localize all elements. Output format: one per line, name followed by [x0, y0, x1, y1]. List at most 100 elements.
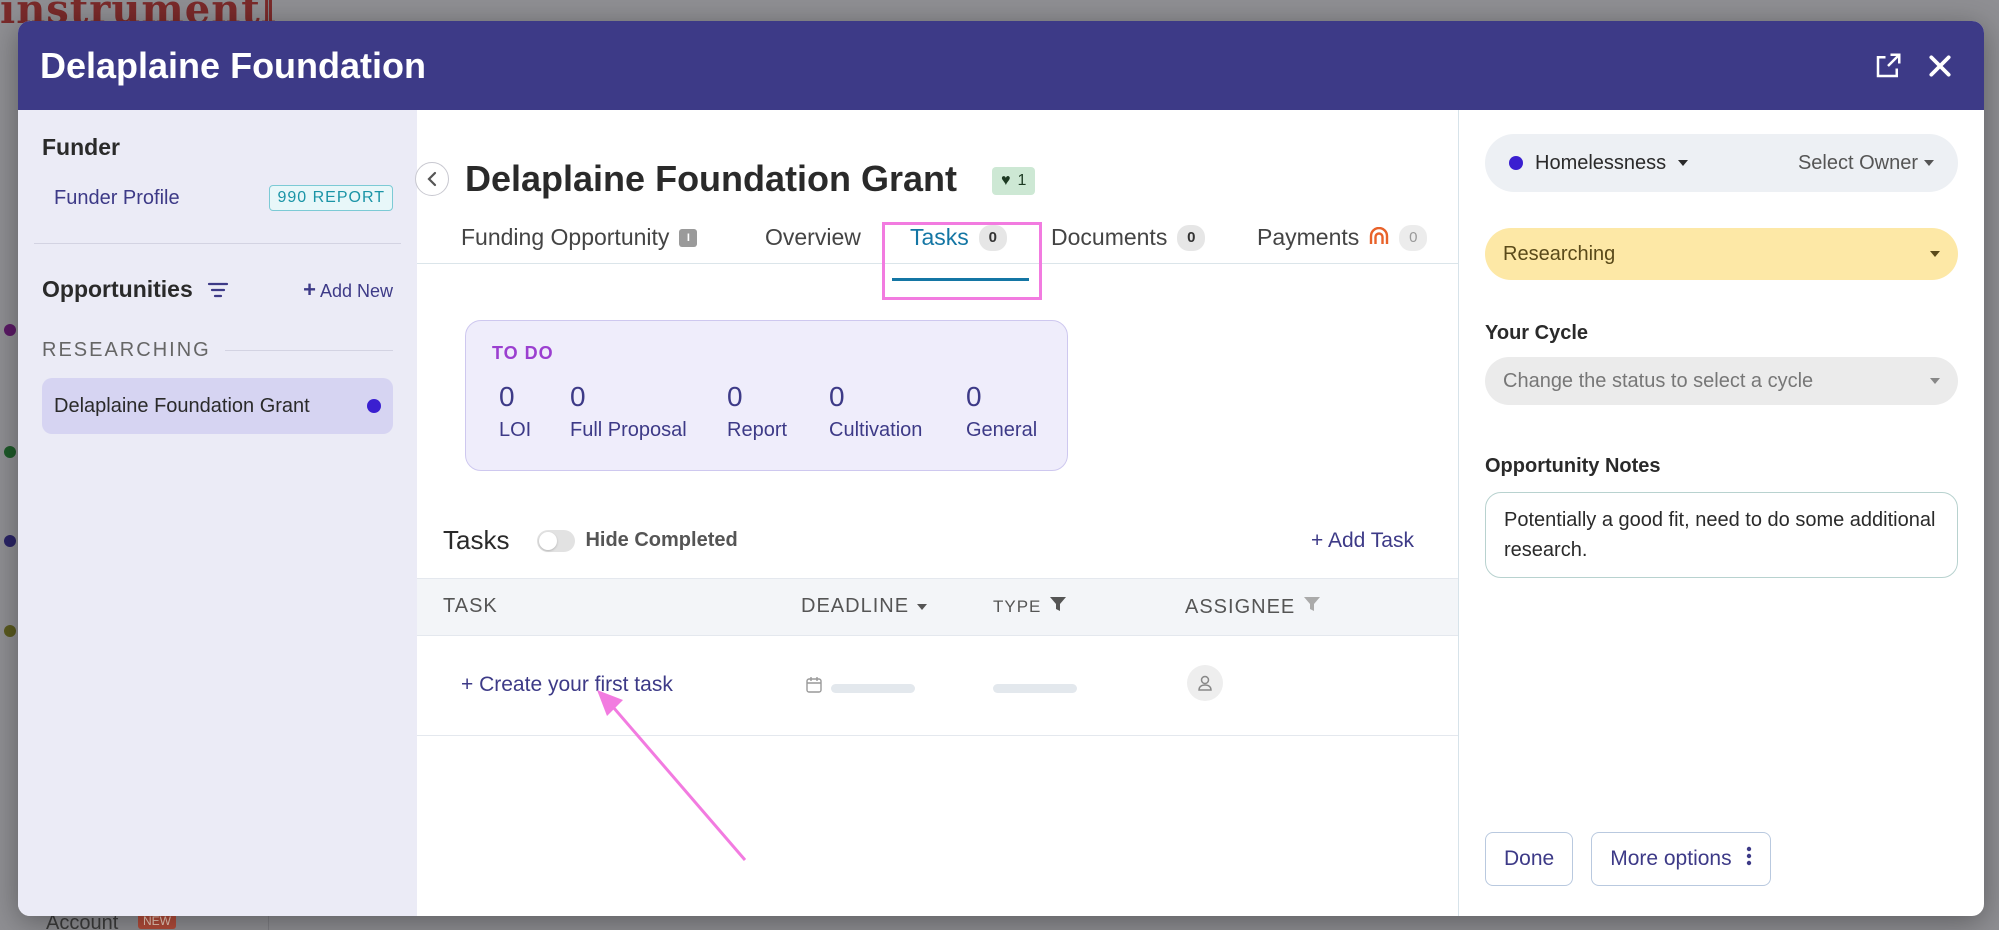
background-dot — [4, 625, 16, 637]
todo-stat-label: Report — [727, 419, 788, 441]
990-report-badge[interactable]: 990 REPORT — [269, 185, 393, 211]
category-owner-bar: Homelessness Select Owner — [1485, 134, 1958, 192]
more-options-button[interactable]: More options — [1591, 832, 1771, 886]
filter-icon[interactable] — [1049, 595, 1067, 618]
todo-summary-card: TO DO 0 LOI 0 Full Proposal 0 Report 0 C… — [465, 320, 1068, 471]
opportunities-heading: Opportunities — [42, 276, 193, 302]
funder-heading: Funder — [42, 134, 120, 160]
tasks-title: Tasks — [443, 525, 510, 555]
column-label: TYPE — [993, 596, 1042, 616]
assignee-avatar[interactable] — [1187, 665, 1223, 701]
cycle-label: Your Cycle — [1485, 322, 1588, 344]
owner-label: Select Owner — [1797, 151, 1918, 174]
footer-actions: Done More options — [1485, 832, 1771, 886]
todo-stat-cultivation: 0 Cultivation — [829, 381, 922, 442]
todo-stat-report: 0 Report — [727, 381, 787, 442]
tab-overview[interactable]: Overview — [765, 224, 861, 251]
close-icon[interactable] — [1918, 44, 1962, 88]
tab-label: Funding Opportunity — [461, 224, 670, 250]
column-header-task: TASK — [443, 595, 498, 618]
sort-filter-icon[interactable] — [207, 281, 229, 299]
tab-count: 0 — [1177, 224, 1206, 251]
modal-title: Delaplaine Foundation — [40, 44, 427, 86]
tab-payments[interactable]: Payments 0 — [1257, 224, 1428, 251]
table-row: + Create your first task — [417, 636, 1458, 736]
todo-stat-number: 0 — [727, 381, 743, 412]
divider — [34, 243, 401, 244]
category-dot-icon — [367, 399, 381, 413]
opportunity-notes-field[interactable]: Potentially a good fit, need to do some … — [1485, 492, 1958, 578]
chevron-down-icon — [1924, 160, 1934, 166]
collapse-sidebar-button[interactable] — [415, 162, 449, 196]
tab-funding-opportunity[interactable]: Funding Opportunity I — [461, 224, 698, 251]
chevron-down-icon — [1930, 378, 1940, 384]
opportunity-item-label: Delaplaine Foundation Grant — [54, 394, 310, 417]
column-header-deadline[interactable]: DEADLINE — [801, 595, 928, 618]
status-label: Researching — [1503, 242, 1616, 265]
todo-stat-label: Full Proposal — [570, 419, 687, 441]
owner-dropdown[interactable]: Select Owner — [1798, 152, 1934, 175]
todo-title: TO DO — [492, 343, 554, 363]
column-label: ASSIGNEE — [1185, 595, 1296, 618]
column-header-type[interactable]: TYPE — [993, 595, 1067, 618]
funder-row: Funder Profile 990 REPORT — [42, 185, 393, 211]
todo-stat-full-proposal: 0 Full Proposal — [570, 381, 687, 442]
deadline-placeholder — [831, 684, 915, 693]
tasks-table-header: TASK DEADLINE TYPE ASSIGNEE — [417, 578, 1458, 636]
todo-stat-number: 0 — [966, 381, 982, 412]
cycle-placeholder: Change the status to select a cycle — [1503, 369, 1814, 392]
tasks-header: Tasks Hide Completed + Add Task — [443, 525, 1414, 556]
done-button[interactable]: Done — [1485, 832, 1574, 886]
column-label: TASK — [443, 595, 498, 617]
left-panel: Funder Funder Profile 990 REPORT Opportu… — [18, 110, 417, 916]
add-new-opportunity-button[interactable]: + Add New — [303, 277, 393, 303]
tab-label: Overview — [765, 224, 861, 250]
todo-stat-number: 0 — [829, 381, 845, 412]
hide-completed-label: Hide Completed — [585, 529, 738, 551]
main-panel: Delaplaine Foundation Grant ♥ 1 Funding … — [415, 110, 1459, 916]
add-new-label: Add New — [319, 280, 393, 301]
column-header-assignee[interactable]: ASSIGNEE — [1185, 595, 1321, 619]
add-task-button[interactable]: + Add Task — [1311, 529, 1414, 553]
plus-icon: + — [303, 276, 316, 302]
opportunity-modal: Delaplaine Foundation Funder Funder Prof… — [18, 21, 1984, 916]
divider — [224, 350, 393, 351]
todo-stat-label: Cultivation — [829, 419, 923, 441]
opportunities-header: Opportunities + Add New — [42, 276, 393, 303]
funder-profile-link[interactable]: Funder Profile — [54, 187, 180, 210]
filter-icon[interactable] — [1303, 595, 1321, 619]
todo-stat-number: 0 — [570, 381, 586, 412]
heart-icon: ♥ — [1001, 172, 1011, 189]
more-options-label: More options — [1610, 847, 1732, 870]
opportunity-list-item[interactable]: Delaplaine Foundation Grant — [42, 378, 393, 434]
calendar-icon — [805, 676, 823, 699]
tab-documents[interactable]: Documents 0 — [1051, 224, 1206, 251]
status-select[interactable]: Researching — [1485, 228, 1958, 280]
background-dot — [4, 446, 16, 458]
background-dot — [4, 535, 16, 547]
hide-completed-toggle[interactable] — [537, 529, 576, 552]
opportunity-title: Delaplaine Foundation Grant — [465, 158, 958, 199]
favorite-count: 1 — [1017, 172, 1027, 189]
tab-label: Payments — [1257, 224, 1360, 250]
chevron-down-icon — [1930, 251, 1940, 257]
background-dot — [4, 324, 16, 336]
category-dropdown[interactable]: Homelessness — [1509, 152, 1689, 175]
open-external-icon[interactable] — [1866, 44, 1910, 88]
todo-stat-general: 0 General — [966, 381, 1037, 442]
kebab-menu-icon — [1746, 846, 1752, 872]
tab-label: Documents — [1051, 224, 1168, 250]
modal-body: Funder Funder Profile 990 REPORT Opportu… — [18, 110, 1984, 916]
column-label: DEADLINE — [801, 595, 910, 617]
favorite-badge[interactable]: ♥ 1 — [992, 167, 1036, 195]
annotation-highlight-box — [882, 222, 1042, 300]
stage-label: RESEARCHING — [42, 339, 211, 361]
type-placeholder — [993, 684, 1077, 693]
tab-count: 0 — [1399, 224, 1428, 251]
todo-stat-number: 0 — [499, 381, 515, 412]
stage-group: RESEARCHING — [42, 339, 393, 362]
funding-opportunity-icon: I — [679, 228, 698, 247]
details-panel: Homelessness Select Owner Researching Yo… — [1459, 110, 1984, 916]
cycle-select[interactable]: Change the status to select a cycle — [1485, 357, 1958, 405]
category-dot-icon — [1509, 156, 1523, 170]
